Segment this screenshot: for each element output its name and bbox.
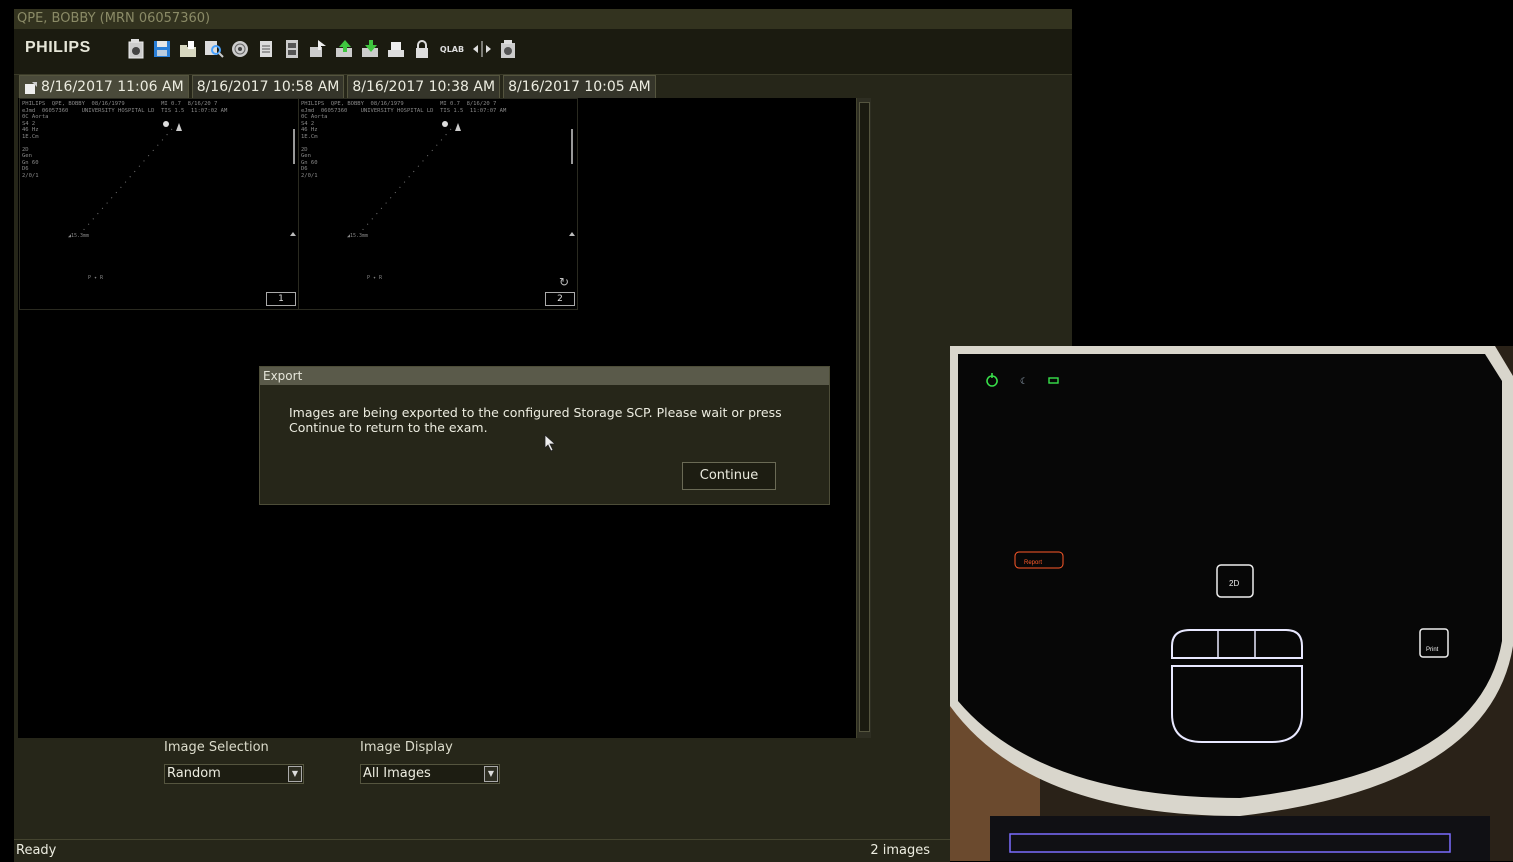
tab-exam-2[interactable]: 8/16/2017 10:58 AM — [191, 75, 345, 99]
svg-text:P ✦ R: P ✦ R — [88, 275, 104, 281]
mode-key-label: 2D — [1229, 579, 1239, 588]
main-toolbar: PHILIPS QLAB — [14, 29, 1072, 75]
dropdown-value: Random — [167, 766, 221, 781]
tab-exam-4[interactable]: 8/16/2017 10:05 AM — [503, 75, 656, 99]
control-panel-image: ☾ Report 2D Print — [950, 346, 1513, 861]
ultrasound-review-app: QPE, BOBBY (MRN 06057360) PHILIPS QLAB 8… — [14, 9, 1072, 862]
lock-icon[interactable] — [412, 37, 432, 61]
scrollbar-thumb[interactable] — [859, 102, 870, 732]
image-display-dropdown[interactable]: All Images ▼ — [360, 764, 500, 784]
loop-icon: ↻ — [558, 275, 569, 289]
toolbar-icons: QLAB — [126, 37, 518, 61]
viewer-scrollbar[interactable] — [856, 98, 871, 738]
svg-text:P ✦ R: P ✦ R — [367, 275, 383, 281]
image-thumbnail[interactable]: PHILIPS QPE, BOBBY 08/16/1979 MI 0.7 8/1… — [298, 98, 578, 310]
thumbnail-index: 1 — [266, 292, 296, 306]
tab-exam-1[interactable]: 8/16/2017 11:06 AM — [19, 75, 189, 99]
tab-exam-3[interactable]: 8/16/2017 10:38 AM — [347, 75, 501, 99]
continue-button[interactable]: Continue — [682, 462, 776, 490]
image-count: 2 images — [870, 843, 930, 858]
new-exam-icon[interactable] — [126, 37, 146, 61]
disc-icon[interactable] — [230, 37, 250, 61]
qlab-icon[interactable]: QLAB — [438, 37, 466, 61]
tab-label: 8/16/2017 10:58 AM — [196, 79, 340, 95]
patient-title-bar: QPE, BOBBY (MRN 06057360) — [14, 9, 1072, 29]
open-folder-icon[interactable] — [178, 37, 198, 61]
print-key-label: Print — [1426, 647, 1439, 653]
export-icon[interactable] — [308, 37, 328, 61]
status-text: Ready — [16, 843, 57, 858]
ultrasound-image: ◢15.3mm P ✦ R — [347, 121, 575, 281]
ultrasound-image: ◢15.3mm P ✦ R — [68, 121, 296, 281]
svg-text:◢15.3mm: ◢15.3mm — [347, 233, 368, 239]
split-icon[interactable] — [472, 37, 492, 61]
dropdown-value: All Images — [363, 766, 431, 781]
upload-icon[interactable] — [334, 37, 354, 61]
archive-icon[interactable] — [282, 37, 302, 61]
image-thumbnail[interactable]: PHILIPS QPE, BOBBY 08/16/1979 MI 0.7 8/1… — [19, 98, 299, 310]
exam-tabs: 8/16/2017 11:06 AM 8/16/2017 10:58 AM 8/… — [19, 75, 659, 99]
thumbnail-index: 2 — [545, 292, 575, 306]
tab-label: 8/16/2017 11:06 AM — [41, 79, 184, 95]
document-icon[interactable] — [256, 37, 276, 61]
philips-logo: PHILIPS — [25, 39, 91, 56]
dialog-title: Export — [260, 367, 829, 385]
save-icon[interactable] — [152, 37, 172, 61]
edit-document-icon — [25, 81, 37, 94]
report-key-label: Report — [1024, 560, 1042, 566]
chevron-down-icon[interactable]: ▼ — [288, 766, 302, 782]
status-bar: Ready 2 images — [14, 839, 950, 862]
dialog-message: Images are being exported to the configu… — [289, 405, 782, 435]
download-icon[interactable] — [360, 37, 380, 61]
print-icon[interactable] — [386, 37, 406, 61]
image-selection-label: Image Selection — [164, 740, 269, 755]
svg-text:☾: ☾ — [1020, 377, 1028, 387]
svg-text:◢15.3mm: ◢15.3mm — [68, 233, 89, 239]
tab-label: 8/16/2017 10:05 AM — [508, 79, 651, 95]
chevron-down-icon[interactable]: ▼ — [484, 766, 498, 782]
image-selection-dropdown[interactable]: Random ▼ — [164, 764, 304, 784]
camera-icon[interactable] — [498, 37, 518, 61]
mouse-pointer-icon — [544, 434, 557, 452]
control-panel-photo: ☾ Report 2D Print — [950, 346, 1513, 861]
image-display-label: Image Display — [360, 740, 453, 755]
tab-label: 8/16/2017 10:38 AM — [352, 79, 496, 95]
search-icon[interactable] — [204, 37, 224, 61]
